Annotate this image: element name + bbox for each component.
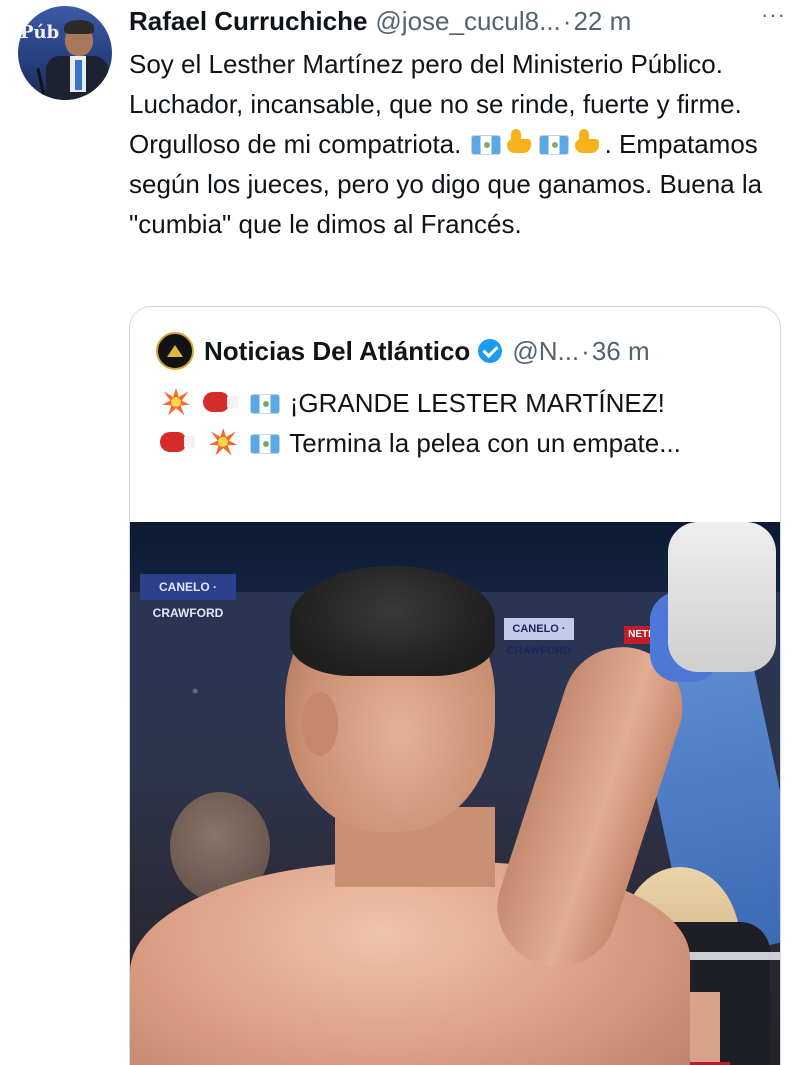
flexed-biceps-icon bbox=[505, 127, 535, 157]
avatar-banner-text: Púb bbox=[20, 22, 60, 43]
avatar-hair bbox=[64, 20, 94, 34]
quoted-tweet[interactable]: Noticias Del Atlántico @N... · 36 m ¡GRA… bbox=[129, 306, 781, 1065]
guatemala-flag-icon bbox=[250, 434, 281, 454]
more-options-icon[interactable]: ··· bbox=[761, 2, 786, 28]
quoted-header: Noticias Del Atlántico @N... · 36 m bbox=[156, 331, 650, 371]
tweet[interactable]: Púb Rafael Curruchiche @jose_cucul8... ·… bbox=[0, 0, 800, 1065]
avatar-microphone bbox=[36, 68, 47, 100]
quoted-photo[interactable]: CANELO · CRAWFORD CANELO · CRAWFORD NETF… bbox=[130, 522, 780, 1065]
quoted-author-name[interactable]: Noticias Del Atlántico bbox=[204, 336, 470, 367]
photo-boxer-ear bbox=[302, 692, 338, 756]
quoted-time[interactable]: 36 m bbox=[592, 336, 650, 367]
flexed-biceps-icon bbox=[573, 127, 603, 157]
tweet-time[interactable]: 22 m bbox=[573, 6, 631, 37]
photo-hand-wrap bbox=[668, 522, 776, 672]
separator-dot: · bbox=[562, 5, 572, 36]
quoted-line1: ¡GRANDE LESTER MARTÍNEZ! bbox=[289, 388, 665, 418]
tweet-text: Soy el Lesther Martínez pero del Ministe… bbox=[129, 44, 779, 244]
photo-boxer-hair bbox=[290, 566, 495, 676]
author-handle[interactable]: @jose_cucul8... bbox=[375, 6, 560, 37]
photo-banner-left: CANELO · CRAWFORD bbox=[140, 574, 236, 620]
quoted-handle[interactable]: @N... bbox=[512, 336, 579, 367]
quoted-line2: Termina la pelea con un empate... bbox=[289, 428, 681, 458]
guatemala-flag-icon bbox=[470, 135, 501, 155]
boxing-glove-icon bbox=[203, 389, 239, 415]
quoted-text: ¡GRANDE LESTER MARTÍNEZ! Termina la pele… bbox=[158, 383, 758, 463]
collision-icon bbox=[207, 427, 239, 457]
avatar-tie bbox=[75, 60, 82, 90]
guatemala-flag-icon bbox=[250, 394, 281, 414]
quoted-avatar[interactable] bbox=[156, 332, 194, 370]
quoted-separator-dot: · bbox=[581, 335, 590, 366]
collision-icon bbox=[160, 387, 192, 417]
guatemala-flag-icon bbox=[538, 135, 569, 155]
author-name[interactable]: Rafael Curruchiche bbox=[129, 6, 367, 37]
boxing-glove-icon bbox=[160, 429, 196, 455]
verified-badge-icon bbox=[478, 339, 503, 363]
photo-banner-right: CANELO · CRAWFORD bbox=[504, 618, 574, 657]
tweet-header: Rafael Curruchiche @jose_cucul8... · 22 … bbox=[129, 4, 789, 38]
author-avatar[interactable]: Púb bbox=[18, 6, 112, 100]
